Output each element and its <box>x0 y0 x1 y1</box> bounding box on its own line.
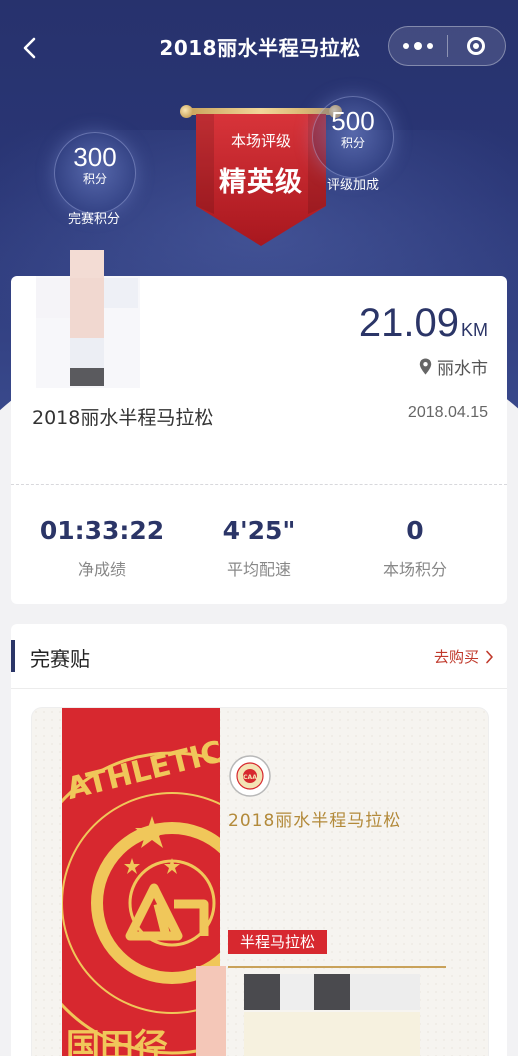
finish-points-badge: 300 积分 <box>54 132 136 214</box>
stat-label: 平均配速 <box>226 560 291 579</box>
more-dots-icon[interactable] <box>389 26 447 66</box>
stat-race-points: 0 本场积分 <box>335 516 495 580</box>
stat-value: 4'25" <box>222 516 296 545</box>
section-title: 完赛贴 <box>30 647 90 671</box>
page-title: 2018丽水半程马拉松 <box>159 36 361 60</box>
mini-program-capsule <box>388 26 506 66</box>
finish-points-unit: 积分 <box>82 172 107 186</box>
bonus-points-caption: 评级加成 <box>326 178 379 193</box>
svg-text:CAA: CAA <box>243 774 257 781</box>
rating-value: 精英级 <box>219 167 303 198</box>
bonus-points-value: 500 <box>331 106 375 136</box>
avatar <box>36 250 140 388</box>
finish-points-value: 300 <box>73 142 117 172</box>
location-text: 丽水市 <box>437 359 488 379</box>
location: 丽水市 <box>419 354 488 379</box>
stat-value: 0 <box>406 516 424 545</box>
caa-logo: CAA <box>229 755 271 797</box>
distance-value: 21.09 <box>358 301 459 345</box>
stat-value: 01:33:22 <box>39 516 165 545</box>
target-close-icon[interactable] <box>447 26 505 66</box>
bonus-points-unit: 积分 <box>340 136 365 150</box>
race-date: 2018.04.15 <box>407 404 488 421</box>
distance: 21.09 KM <box>359 302 488 344</box>
chevron-left-icon <box>23 37 36 59</box>
certificate-divider <box>228 966 446 968</box>
stat-average-pace: 4'25" 平均配速 <box>179 516 339 580</box>
certificate-event-tag: 半程马拉松 <box>228 930 328 954</box>
finisher-certificate-card[interactable]: ATHLETICS 国田径 CAA 2018丽水半程马拉松 半程马拉松 <box>32 708 488 1056</box>
section-divider <box>11 688 507 689</box>
rating-label: 本场评级 <box>230 132 291 150</box>
race-name: 2018丽水半程马拉松 <box>32 407 214 429</box>
back-button[interactable] <box>14 30 46 66</box>
buy-link-label: 去购买 <box>433 648 479 666</box>
race-result-page: 2018丽水半程马拉松 300 积分 完赛积分 本场评级 精英级 500 积分 … <box>0 0 518 1056</box>
stat-label: 净成绩 <box>77 560 126 579</box>
finish-points-caption: 完赛积分 <box>67 212 120 227</box>
svg-text:国田径: 国田径 <box>66 1027 168 1056</box>
chevron-right-icon <box>486 650 493 663</box>
stat-label: 本场积分 <box>382 560 447 579</box>
divider <box>11 484 507 485</box>
certificate-title: 2018丽水半程马拉松 <box>228 811 402 831</box>
distance-unit: KM <box>461 320 488 340</box>
bonus-points-badge: 500 积分 <box>312 96 394 178</box>
location-pin-icon <box>419 358 432 375</box>
buy-link[interactable]: 去购买 <box>434 646 494 667</box>
section-accent-bar <box>11 640 15 672</box>
stat-net-time: 01:33:22 净成绩 <box>22 516 182 580</box>
